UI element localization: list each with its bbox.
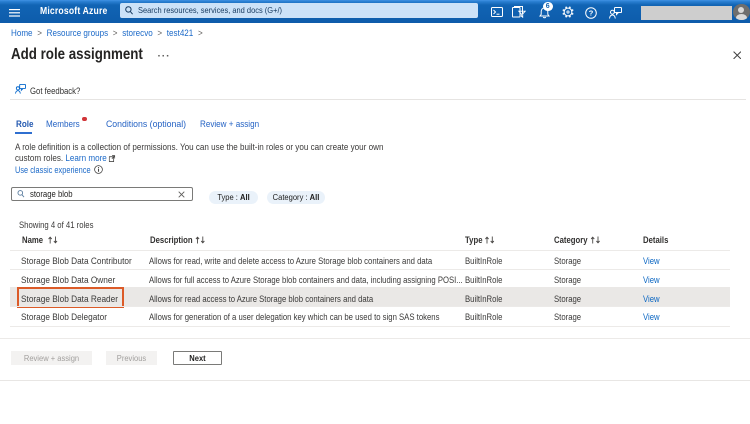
svg-text:?: ? — [589, 8, 594, 17]
